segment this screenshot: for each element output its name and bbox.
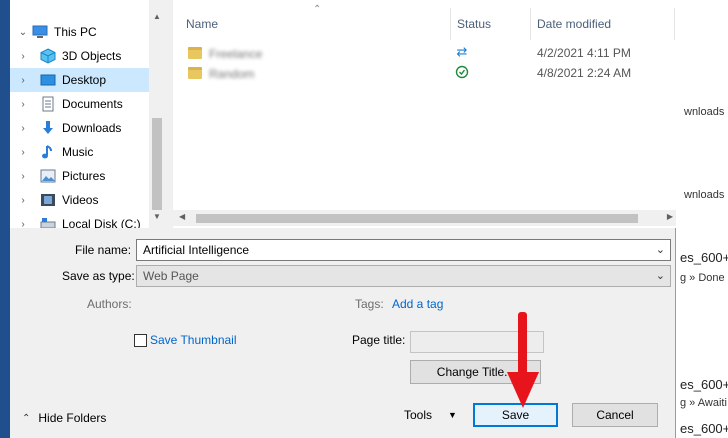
nav-item-label: Pictures <box>62 169 106 183</box>
nav-item-label: Music <box>62 145 94 159</box>
background-text: es_600+ <box>680 377 728 392</box>
column-header-date[interactable]: Date modified <box>537 0 611 48</box>
save-as-dialog: ⌄ This PC › 3D Objects › Desktop › Docum… <box>10 0 676 438</box>
chevron-down-icon[interactable]: ⌄ <box>656 268 665 284</box>
documents-icon <box>42 96 54 112</box>
nav-item-3d-objects[interactable]: › 3D Objects <box>10 44 149 68</box>
file-name: Freelance <box>209 47 263 61</box>
nav-item-label: Documents <box>62 97 123 111</box>
nav-scrollbar-thumb[interactable] <box>152 118 162 210</box>
background-text: g » Awaiti <box>680 397 727 409</box>
save-thumbnail-label[interactable]: Save Thumbnail <box>150 333 237 347</box>
desktop-icon <box>40 74 56 86</box>
horizontal-scrollbar-thumb[interactable] <box>196 214 638 223</box>
file-date: 4/2/2021 4:11 PM <box>537 46 631 60</box>
computer-icon <box>32 25 48 38</box>
chevron-right-icon[interactable]: › <box>18 219 28 229</box>
chevron-down-icon[interactable]: ⌄ <box>18 27 28 38</box>
file-name: Random <box>209 67 255 81</box>
file-date: 4/8/2021 2:24 AM <box>537 66 632 80</box>
chevron-right-icon[interactable]: › <box>18 195 28 206</box>
file-name-input[interactable]: Artificial Intelligence ⌄ <box>136 239 671 261</box>
folder-icon <box>188 47 202 59</box>
folder-icon <box>188 67 202 79</box>
download-arrow-icon <box>43 121 53 134</box>
background-text: es_600+ <box>680 421 728 436</box>
nav-item-documents[interactable]: › Documents <box>10 92 149 116</box>
background-text: wnloads <box>684 106 725 118</box>
column-divider[interactable] <box>674 8 675 40</box>
nav-item-label: Videos <box>62 193 99 207</box>
column-divider[interactable] <box>450 8 451 40</box>
table-row[interactable]: Freelance ⇄ 4/2/2021 4:11 PM F <box>173 44 676 66</box>
table-row[interactable]: Random 4/8/2021 2:24 AM F <box>173 64 676 86</box>
save-type-select[interactable]: Web Page ⌄ <box>136 265 671 287</box>
hide-folders-toggle[interactable]: ⌃ Hide Folders <box>22 411 106 425</box>
chevron-right-icon[interactable]: › <box>18 171 28 182</box>
music-note-icon <box>42 145 52 159</box>
chevron-right-icon[interactable]: › <box>18 123 28 134</box>
save-type-label: Save as type: <box>62 269 135 283</box>
save-type-value[interactable]: Web Page <box>143 269 199 283</box>
nav-item-label: Desktop <box>62 73 107 87</box>
background-text: es_600+ <box>680 250 728 265</box>
sync-pending-icon: ⇄ <box>456 44 468 59</box>
scroll-down-icon[interactable]: ▼ <box>149 212 165 221</box>
nav-item-label: 3D Objects <box>62 49 122 63</box>
add-tag-link[interactable]: Add a tag <box>392 297 443 311</box>
chevron-right-icon[interactable]: › <box>18 51 28 62</box>
cancel-button[interactable]: Cancel <box>572 403 658 427</box>
nav-item-downloads[interactable]: › Downloads <box>10 116 149 140</box>
nav-item-desktop[interactable]: › Desktop <box>10 68 149 92</box>
hide-folders-label[interactable]: Hide Folders <box>38 411 106 425</box>
tools-label[interactable]: Tools <box>404 408 432 422</box>
background-window-content: wnloads wnloads es_600+ g » Done » es_60… <box>676 0 728 438</box>
column-header-name[interactable]: Name <box>186 0 218 48</box>
save-thumbnail-checkbox[interactable] <box>134 334 147 347</box>
chevron-down-icon[interactable]: ⌄ <box>656 242 665 258</box>
column-header-status[interactable]: Status <box>457 0 491 48</box>
nav-item-label: This PC <box>54 25 97 39</box>
tags-label: Tags: <box>355 297 384 311</box>
pictures-icon <box>40 169 56 183</box>
nav-item-videos[interactable]: › Videos <box>10 188 149 212</box>
dropdown-triangle-icon[interactable]: ▼ <box>448 410 457 420</box>
chevron-right-icon[interactable]: › <box>18 75 28 86</box>
available-check-icon <box>455 65 469 79</box>
sort-ascending-icon: ⌃ <box>313 4 322 15</box>
nav-item-label: Local Disk (C:) <box>62 217 141 228</box>
drive-icon <box>40 218 56 228</box>
nav-item-pictures[interactable]: › Pictures <box>10 164 149 188</box>
background-text: wnloads <box>684 189 725 201</box>
page-title-label: Page title: <box>352 333 406 347</box>
column-divider[interactable] <box>530 8 531 40</box>
annotation-arrow-icon <box>507 312 539 408</box>
background-window-edge <box>0 0 10 438</box>
chevron-right-icon[interactable]: › <box>18 147 28 158</box>
file-name-value[interactable]: Artificial Intelligence <box>143 243 249 257</box>
navigation-pane: ⌄ This PC › 3D Objects › Desktop › Docum… <box>10 0 165 228</box>
nav-item-local-disk[interactable]: › Local Disk (C:) <box>10 212 149 228</box>
chevron-right-icon[interactable]: › <box>18 99 28 110</box>
file-name-label: File name: <box>75 243 132 257</box>
scroll-up-icon[interactable]: ▲ <box>149 12 165 21</box>
chevron-up-icon[interactable]: ⌃ <box>22 413 30 424</box>
cube-icon <box>40 48 56 64</box>
nav-item-label: Downloads <box>62 121 122 135</box>
background-text: g » Done » <box>680 272 728 284</box>
film-icon <box>41 194 55 206</box>
nav-item-this-pc[interactable]: ⌄ This PC <box>10 20 149 44</box>
tools-menu[interactable]: Tools ▼ <box>404 408 457 422</box>
authors-label: Authors: <box>87 297 132 311</box>
file-list: ⌃ Name Status Date modified T Freelance … <box>173 0 676 228</box>
scroll-left-icon[interactable]: ◀ <box>179 212 185 221</box>
scroll-right-icon[interactable]: ▶ <box>667 212 673 221</box>
nav-item-music[interactable]: › Music <box>10 140 149 164</box>
